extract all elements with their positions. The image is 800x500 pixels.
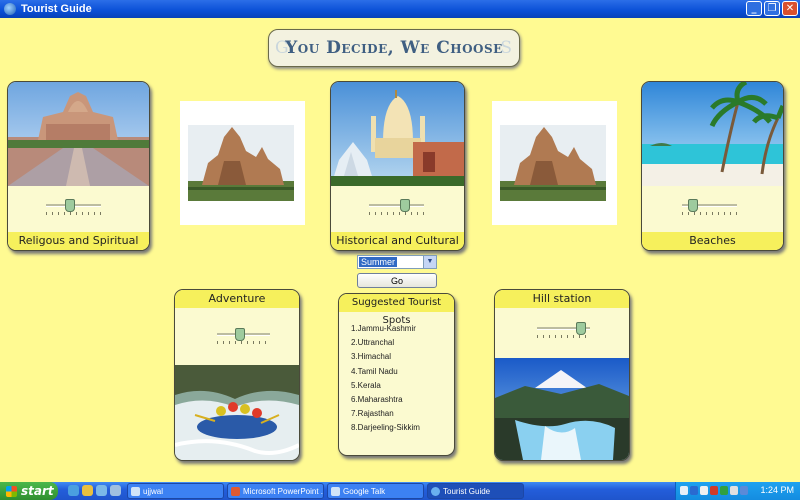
slider-track [369, 204, 424, 207]
card-label: Historical and Cultural Heritage [331, 232, 464, 250]
taskbar-item[interactable]: Google Talk [327, 483, 424, 499]
taskbar-item[interactable]: ujjwal [127, 483, 224, 499]
task-label: ujjwal [143, 486, 164, 496]
slider-ticks [369, 212, 424, 215]
slider-ticks [682, 212, 737, 215]
shield-icon[interactable] [720, 486, 728, 495]
messenger-quicklaunch-icon[interactable] [110, 485, 121, 496]
chevron-down-icon[interactable]: ▼ [423, 256, 436, 268]
slider-ticks [217, 341, 270, 344]
taskbar-item[interactable]: Microsoft PowerPoint ... [227, 483, 324, 499]
card-heritage[interactable]: Historical and Cultural Heritage [330, 81, 465, 251]
list-item: 1.Jammu-Kashmir [351, 324, 416, 333]
palm-beach-photo [642, 82, 783, 186]
banner-title: You Decide, We Choose [285, 38, 503, 58]
speaker-icon[interactable] [730, 486, 738, 495]
clock: 1:24 PM [760, 485, 794, 495]
desktop-quicklaunch-icon[interactable] [96, 485, 107, 496]
start-label: start [21, 484, 54, 498]
card-label: Hill station [495, 290, 629, 308]
akshardham-temple-photo [8, 82, 149, 186]
task-label: Tourist Guide [443, 486, 491, 496]
powerpoint-icon [231, 486, 240, 496]
religious-rating-slider[interactable] [46, 199, 101, 215]
windows-flag-icon [6, 485, 17, 497]
globe-icon [431, 486, 440, 496]
hill-rating-slider[interactable] [537, 322, 590, 338]
rafting-photo [175, 365, 299, 460]
list-item: 2.Uttranchal [351, 338, 395, 348]
network-icon[interactable] [680, 486, 688, 495]
taj-mahal-collage-photo [331, 82, 464, 186]
taskbar: start ujjwal Microsoft PowerPoint ... Go… [0, 482, 800, 500]
slider-thumb[interactable] [65, 199, 75, 212]
slider-thumb[interactable] [688, 199, 698, 212]
list-item: 4.Tamil Nadu [351, 366, 398, 376]
card-label: Adventure [175, 290, 299, 308]
monitor-icon[interactable] [700, 486, 708, 495]
card-label: Religous and Spiritual [8, 232, 149, 250]
slider-thumb[interactable] [400, 199, 410, 212]
google-talk-icon [331, 486, 340, 496]
sync-icon[interactable] [740, 486, 748, 495]
system-tray: 1:24 PM [675, 482, 800, 500]
slider-ticks [537, 335, 590, 338]
window-titlebar: Tourist Guide _ ❐ ✕ [0, 0, 800, 18]
chat-icon [131, 486, 140, 496]
explorer-quicklaunch-icon[interactable] [82, 485, 93, 496]
slider-thumb[interactable] [576, 322, 586, 335]
card-adventure[interactable]: Adventure [174, 289, 300, 461]
card-label: Beaches [642, 232, 783, 250]
adventure-rating-slider[interactable] [217, 328, 270, 344]
start-button[interactable]: start [0, 482, 58, 500]
close-button[interactable]: ✕ [782, 1, 798, 16]
slogan-banner: G S You Decide, We Choose [268, 29, 520, 67]
bluetooth-icon[interactable] [690, 486, 698, 495]
task-label: Google Talk [343, 486, 386, 496]
list-item: 3.Himachal [351, 352, 392, 362]
taskbar-item[interactable]: Tourist Guide [427, 483, 524, 499]
suggested-spots-panel: Suggested Tourist Spots 1.Jammu-Kashmir … [338, 293, 455, 456]
heritage-rating-slider[interactable] [369, 199, 424, 215]
main-canvas: G S You Decide, We Choose Religous and S… [0, 18, 800, 482]
temple-image-frame-left [180, 101, 305, 225]
season-select[interactable]: Summer ▼ [357, 255, 437, 269]
task-label: Microsoft PowerPoint ... [243, 486, 324, 496]
list-item: 5.Kerala [351, 380, 381, 390]
suggested-title: Suggested Tourist Spots [339, 294, 454, 326]
card-hill-station[interactable]: Hill station [494, 289, 630, 461]
ie-quicklaunch-icon[interactable] [68, 485, 79, 496]
window-controls: _ ❐ ✕ [746, 1, 798, 16]
app-globe-icon [4, 3, 16, 15]
list-item: 6.Maharashtra [351, 394, 403, 404]
window-title: Tourist Guide [21, 3, 92, 15]
season-selected-value: Summer [359, 257, 398, 267]
khajuraho-temple-photo [500, 125, 606, 201]
minimize-button[interactable]: _ [746, 1, 762, 16]
temple-image-frame-right [492, 101, 617, 225]
card-religious[interactable]: Religous and Spiritual [7, 81, 150, 251]
card-beaches[interactable]: Beaches [641, 81, 784, 251]
khajuraho-temple-photo [188, 125, 294, 201]
maximize-button[interactable]: ❐ [764, 1, 780, 16]
waterfall-mountain-photo [495, 358, 629, 460]
list-item: 8.Darjeeling-Sikkim [351, 423, 420, 433]
slider-thumb[interactable] [235, 328, 245, 341]
go-button[interactable]: Go [357, 273, 437, 288]
list-item: 7.Rajasthan [351, 409, 394, 419]
suggested-list: 1.Jammu-Kashmir 2.Uttranchal 3.Himachal … [351, 324, 420, 438]
security-icon[interactable] [710, 486, 718, 495]
beaches-rating-slider[interactable] [682, 199, 737, 215]
slider-ticks [46, 212, 101, 215]
